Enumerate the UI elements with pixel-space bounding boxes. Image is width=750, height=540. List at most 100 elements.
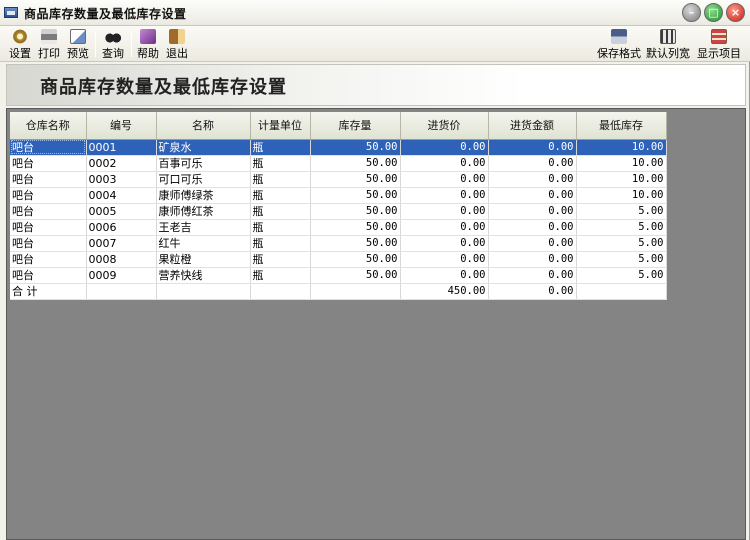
table-cell[interactable]: 瓶 (250, 251, 311, 268)
table-cell[interactable]: 吧台 (10, 203, 87, 220)
table-row[interactable]: 吧台 0004 康师傅绿茶瓶 50.00 0.00 0.00 10.00 (10, 187, 667, 204)
table-cell[interactable]: 0004 (86, 187, 157, 204)
inventory-grid[interactable]: 仓库名称 编号 名称 计量单位 库存量 进货价 进货金额 最低库存 吧台 0001 矿泉水瓶 50.… (10, 112, 667, 300)
close-button[interactable]: × (726, 3, 745, 22)
table-cell[interactable]: 百事可乐 (156, 155, 251, 172)
table-cell[interactable]: 0.00 (488, 235, 577, 252)
column-header[interactable]: 计量单位 (250, 112, 311, 140)
table-row[interactable]: 吧台 0008 果粒橙瓶 50.00 0.00 0.00 5.00 (10, 251, 667, 268)
table-cell[interactable]: 0005 (86, 203, 157, 220)
table-cell[interactable]: 0.00 (488, 203, 577, 220)
settings-button[interactable]: 设置 (6, 27, 34, 60)
table-cell[interactable]: 0003 (86, 171, 157, 188)
preview-button[interactable]: 预览 (64, 27, 92, 60)
table-row[interactable]: 吧台 0005 康师傅红茶瓶 50.00 0.00 0.00 5.00 (10, 203, 667, 220)
table-cell[interactable]: 瓶 (250, 219, 311, 236)
table-cell[interactable]: 瓶 (250, 203, 311, 220)
table-cell[interactable]: 康师傅红茶 (156, 203, 251, 220)
title-bar[interactable]: 商品库存数量及最低库存设置 – □ × (0, 0, 750, 26)
table-cell[interactable]: 瓶 (250, 155, 311, 172)
table-cell[interactable]: 0.00 (400, 235, 489, 252)
table-cell[interactable]: 0001 (86, 139, 157, 156)
save-format-button[interactable]: 保存格式 (596, 27, 642, 60)
table-row[interactable]: 吧台 0009 营养快线瓶 50.00 0.00 0.00 5.00 (10, 267, 667, 284)
table-row[interactable]: 吧台 0001 矿泉水瓶 50.00 0.00 0.00 10.00 (10, 139, 667, 156)
table-cell[interactable]: 50.00 (310, 251, 401, 268)
table-cell[interactable]: 果粒橙 (156, 251, 251, 268)
table-cell[interactable]: 0009 (86, 267, 157, 284)
table-cell[interactable]: 50.00 (310, 235, 401, 252)
table-cell[interactable]: 0.00 (488, 139, 577, 156)
table-cell[interactable]: 0.00 (400, 139, 489, 156)
table-cell[interactable]: 吧台 (10, 267, 87, 284)
table-cell[interactable]: 吧台 (10, 187, 87, 204)
table-row[interactable]: 吧台 0007 红牛瓶 50.00 0.00 0.00 5.00 (10, 235, 667, 252)
table-cell[interactable]: 瓶 (250, 187, 311, 204)
table-cell[interactable]: 5.00 (576, 219, 667, 236)
table-cell[interactable]: 10.00 (576, 187, 667, 204)
default-width-button[interactable]: 默认列宽 (645, 27, 691, 60)
column-header[interactable]: 库存量 (310, 112, 401, 140)
column-header[interactable]: 名称 (156, 112, 251, 140)
table-cell[interactable]: 0007 (86, 235, 157, 252)
column-header[interactable]: 仓库名称 (10, 112, 87, 140)
table-cell[interactable]: 0.00 (488, 187, 577, 204)
table-cell[interactable]: 0.00 (400, 171, 489, 188)
minimize-button[interactable]: – (682, 3, 701, 22)
table-cell[interactable]: 0.00 (400, 203, 489, 220)
exit-button[interactable]: 退出 (163, 27, 191, 60)
table-cell[interactable]: 50.00 (310, 203, 401, 220)
table-cell[interactable]: 50.00 (310, 139, 401, 156)
table-cell[interactable]: 0.00 (488, 219, 577, 236)
table-cell[interactable]: 10.00 (576, 139, 667, 156)
table-cell[interactable]: 矿泉水 (156, 139, 251, 156)
table-cell[interactable]: 0.00 (400, 219, 489, 236)
table-cell[interactable]: 吧台 (10, 251, 87, 268)
table-cell[interactable]: 0008 (86, 251, 157, 268)
table-cell[interactable]: 0.00 (488, 171, 577, 188)
column-header[interactable]: 进货金额 (488, 112, 577, 140)
table-cell[interactable]: 0006 (86, 219, 157, 236)
maximize-button[interactable]: □ (704, 3, 723, 22)
table-row[interactable]: 吧台 0003 可口可乐瓶 50.00 0.00 0.00 10.00 (10, 171, 667, 188)
column-header[interactable]: 进货价 (400, 112, 489, 140)
table-cell[interactable]: 0.00 (400, 187, 489, 204)
table-cell[interactable]: 0.00 (488, 155, 577, 172)
column-header[interactable]: 最低库存 (576, 112, 667, 140)
table-cell[interactable]: 瓶 (250, 235, 311, 252)
table-cell[interactable]: 红牛 (156, 235, 251, 252)
table-cell[interactable]: 吧台 (10, 155, 87, 172)
table-cell[interactable]: 瓶 (250, 171, 311, 188)
table-cell[interactable]: 康师傅绿茶 (156, 187, 251, 204)
table-cell[interactable]: 0.00 (400, 251, 489, 268)
table-cell[interactable]: 0.00 (488, 251, 577, 268)
table-cell[interactable]: 可口可乐 (156, 171, 251, 188)
table-cell[interactable]: 50.00 (310, 155, 401, 172)
table-cell[interactable]: 5.00 (576, 251, 667, 268)
table-cell[interactable]: 5.00 (576, 267, 667, 284)
table-cell[interactable]: 50.00 (310, 187, 401, 204)
print-button[interactable]: 打印 (35, 27, 63, 60)
table-cell[interactable]: 营养快线 (156, 267, 251, 284)
table-cell[interactable]: 0.00 (400, 267, 489, 284)
grid-area[interactable]: 仓库名称 编号 名称 计量单位 库存量 进货价 进货金额 最低库存 吧台 0001 矿泉水瓶 50.… (6, 108, 746, 540)
table-cell[interactable]: 10.00 (576, 155, 667, 172)
table-cell[interactable]: 吧台 (10, 139, 87, 156)
table-cell[interactable]: 吧台 (10, 235, 87, 252)
table-cell[interactable]: 吧台 (10, 171, 87, 188)
table-cell[interactable]: 王老吉 (156, 219, 251, 236)
help-button[interactable]: 帮助 (134, 27, 162, 60)
table-cell[interactable]: 吧台 (10, 219, 87, 236)
table-cell[interactable]: 0.00 (400, 155, 489, 172)
table-cell[interactable]: 瓶 (250, 139, 311, 156)
table-cell[interactable]: 0.00 (488, 267, 577, 284)
table-cell[interactable]: 5.00 (576, 203, 667, 220)
table-cell[interactable]: 50.00 (310, 219, 401, 236)
table-cell[interactable]: 瓶 (250, 267, 311, 284)
table-cell[interactable]: 50.00 (310, 171, 401, 188)
column-header[interactable]: 编号 (86, 112, 157, 140)
table-row[interactable]: 吧台 0006 王老吉瓶 50.00 0.00 0.00 5.00 (10, 219, 667, 236)
table-cell[interactable]: 10.00 (576, 171, 667, 188)
query-button[interactable]: 查询 (99, 27, 127, 60)
table-row[interactable]: 吧台 0002 百事可乐瓶 50.00 0.00 0.00 10.00 (10, 155, 667, 172)
